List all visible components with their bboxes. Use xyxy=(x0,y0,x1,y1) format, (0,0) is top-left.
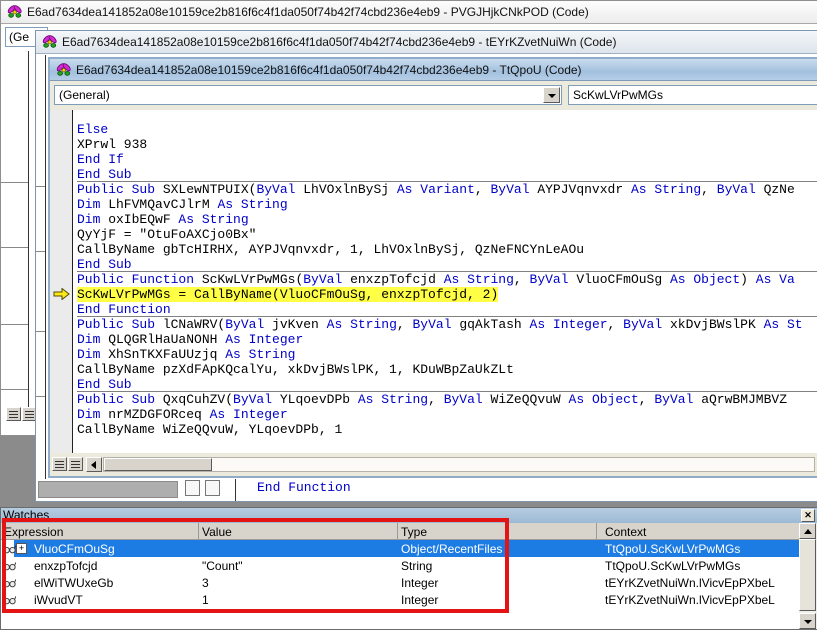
code-line: Dim XhSnTKXFaUUzjq As String xyxy=(77,347,817,362)
horizontal-scrollbar[interactable] xyxy=(103,457,815,472)
watch-context: tEYrKZvetNuiWn.lVicvEpPXbeL xyxy=(605,593,775,607)
window3-view-button[interactable] xyxy=(52,457,67,471)
window1-view-button[interactable] xyxy=(6,407,21,421)
procedure-dropdown[interactable]: ScKwLVrPwMGs xyxy=(568,85,817,105)
object-dropdown-button[interactable] xyxy=(543,87,560,103)
scroll-up-button[interactable] xyxy=(799,523,816,539)
procedure-separator xyxy=(36,331,45,332)
window2-bottom-strip: End Function xyxy=(37,479,817,501)
code-line: End Function xyxy=(77,302,817,317)
watch-context: TtQpoU.ScKwLVrPwMGs xyxy=(605,542,740,556)
vertical-scrollbar-thumb[interactable] xyxy=(799,539,816,611)
chevron-down-icon xyxy=(548,94,556,98)
window2-split-box[interactable] xyxy=(185,480,200,496)
code-lines: ElseXPrwl 938End IfEnd SubPublic Sub SXL… xyxy=(74,110,817,453)
object-dropdown[interactable]: (General) xyxy=(54,85,562,105)
procedure-dropdown-value: ScKwLVrPwMGs xyxy=(573,88,663,102)
window1-margin-divider xyxy=(28,51,29,407)
code-line: Dim nrMZDGFORceq As Integer xyxy=(77,407,817,422)
code-line: Public Function ScKwLVrPwMGs(ByVal enxzp… xyxy=(77,272,817,287)
scroll-left-button[interactable] xyxy=(86,457,102,472)
window2-code-peek: End Function xyxy=(257,480,351,495)
execution-highlight: ScKwLVrPwMGs = CallByName(VluoCFmOuSg, e… xyxy=(77,287,498,302)
window3-title: E6ad7634dea141852a08e10159ce2b816f6c4f1d… xyxy=(76,63,582,77)
window1-titlebar[interactable]: E6ad7634dea141852a08e10159ce2b816f6c4f1d… xyxy=(1,1,817,24)
procedure-separator xyxy=(36,251,45,252)
window3-scrollbar-row xyxy=(50,453,817,476)
code-line: CallByName pzXdFApKQcalYu, xkDvjBWslPK, … xyxy=(77,362,817,377)
column-divider[interactable] xyxy=(596,523,597,540)
procedure-separator xyxy=(1,324,28,325)
window2-split-box[interactable] xyxy=(205,480,220,496)
window2-titlebar[interactable]: E6ad7634dea141852a08e10159ce2b816f6c4f1d… xyxy=(36,31,817,54)
code-line: CallByName gbTcHIRHX, AYPJVqnvxdr, 1, Lh… xyxy=(77,242,817,257)
window3-view-button[interactable] xyxy=(68,457,83,471)
window2-margin-divider xyxy=(235,479,236,501)
close-button[interactable]: ✕ xyxy=(801,509,815,522)
vba-window-icon xyxy=(55,62,72,78)
code-editor[interactable]: ElseXPrwl 938End IfEnd SubPublic Sub SXL… xyxy=(50,110,817,453)
code-line: Dim QLQGRlHaUaNONH As Integer xyxy=(77,332,817,347)
code-line: Dim oxIbEQwF As String xyxy=(77,212,817,227)
scroll-down-button[interactable] xyxy=(799,613,816,629)
execution-point-arrow-icon xyxy=(53,288,70,300)
watch-context: tEYrKZvetNuiWn.lVicvEpPXbeL xyxy=(605,576,775,590)
vba-window-icon xyxy=(41,34,58,50)
annotation-rectangle xyxy=(2,518,509,613)
code-line: End Sub xyxy=(77,257,817,272)
window1-title: E6ad7634dea141852a08e10159ce2b816f6c4f1d… xyxy=(27,5,589,19)
column-context[interactable]: Context xyxy=(605,525,646,539)
window2-horizontal-scrollbar[interactable] xyxy=(38,481,178,498)
close-icon: ✕ xyxy=(804,510,812,520)
procedure-separator xyxy=(36,186,45,187)
code-line: Public Sub SXLewNTPUIX(ByVal LhVOxlnBySj… xyxy=(77,182,817,197)
code-line: QyYjF = "OtuFoAXCjo0Bx" xyxy=(77,227,817,242)
procedure-separator xyxy=(36,396,45,397)
procedure-separator xyxy=(1,389,28,390)
horizontal-scrollbar-thumb[interactable] xyxy=(104,458,212,471)
watches-vertical-scrollbar[interactable] xyxy=(799,523,817,629)
code-line: Else xyxy=(77,122,817,137)
window2-title: E6ad7634dea141852a08e10159ce2b816f6c4f1d… xyxy=(62,35,616,49)
breakpoint-margin[interactable] xyxy=(50,110,73,453)
code-line: ScKwLVrPwMGs = CallByName(VluoCFmOuSg, e… xyxy=(77,287,817,302)
code-line: End Sub xyxy=(77,377,817,392)
code-line: CallByName WiZeQQvuW, YLqoevDPb, 1 xyxy=(77,422,817,437)
window3-titlebar[interactable]: E6ad7634dea141852a08e10159ce2b816f6c4f1d… xyxy=(50,59,817,81)
window2-margin-divider xyxy=(45,55,46,479)
code-line: Public Sub QxqCuhZV(ByVal YLqoevDPb As S… xyxy=(77,392,817,407)
code-line: End If xyxy=(77,152,817,167)
code-line: Dim LhFVMQavCJlrM As String xyxy=(77,197,817,212)
procedure-separator xyxy=(1,182,28,183)
procedure-separator xyxy=(1,247,28,248)
chevron-up-icon xyxy=(804,529,812,534)
window3-combo-row: (General) ScKwLVrPwMGs xyxy=(50,81,817,110)
object-dropdown-value: (General) xyxy=(59,88,110,102)
chevron-left-icon xyxy=(91,461,96,469)
code-line: XPrwl 938 xyxy=(77,137,817,152)
watch-context: TtQpoU.ScKwLVrPwMGs xyxy=(605,559,740,573)
chevron-down-icon xyxy=(804,620,812,624)
vba-window-icon xyxy=(6,4,23,20)
code-window-ttqpou: E6ad7634dea141852a08e10159ce2b816f6c4f1d… xyxy=(48,57,817,478)
code-line: End Sub xyxy=(77,167,817,182)
code-line: Public Sub lCNaWRV(ByVal jvKven As Strin… xyxy=(77,317,817,332)
